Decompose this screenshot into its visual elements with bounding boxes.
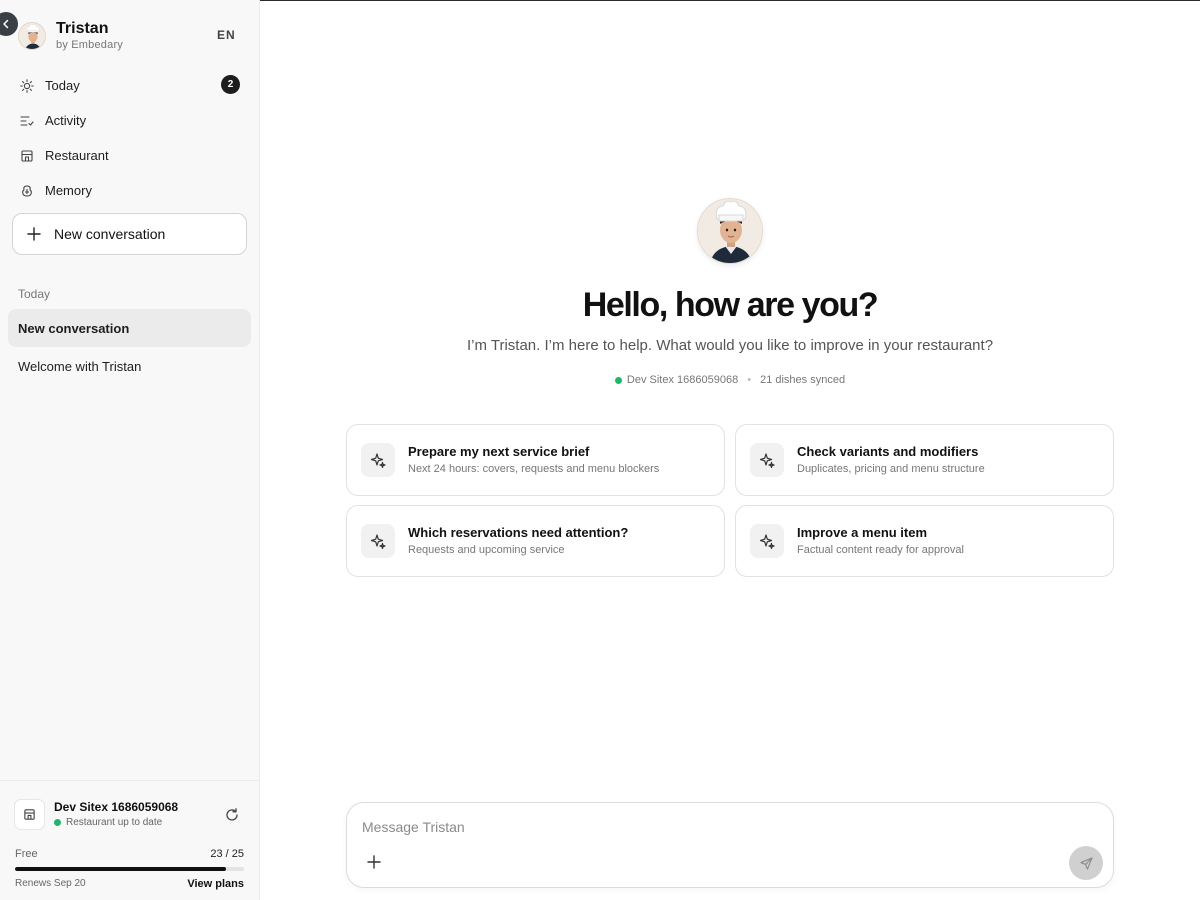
sidebar-item-label: Today	[45, 78, 80, 93]
notification-badge: 2	[221, 75, 240, 94]
site-status: Restaurant up to date	[54, 816, 178, 830]
chef-avatar-icon	[698, 199, 762, 263]
greeting-heading: Hello, how are you?	[582, 286, 879, 324]
assistant-subtitle: by Embedary	[56, 39, 124, 51]
sparkle-icon	[750, 524, 784, 558]
assistant-avatar	[697, 198, 763, 264]
usage-progress-bar	[15, 867, 244, 871]
suggestion-subtitle: Duplicates, pricing and menu structure	[797, 463, 985, 475]
sync-meta: Dev Sitex 1686059068 • 21 dishes synced	[260, 374, 1200, 386]
new-conversation-button[interactable]: New conversation	[12, 213, 247, 255]
site-card[interactable]: Dev Sitex 1686059068 Restaurant up to da…	[14, 799, 178, 830]
suggestion-subtitle: Requests and upcoming service	[408, 544, 565, 556]
suggestion-title: Check variants and modifiers	[797, 444, 979, 459]
suggestion-card-reservations[interactable]: Which reservations need attention? Reque…	[346, 505, 725, 577]
suggestion-card-variants[interactable]: Check variants and modifiers Duplicates,…	[735, 424, 1114, 496]
plan-name: Free	[15, 848, 38, 860]
sidebar-item-label: Activity	[45, 113, 87, 128]
conversation-item-welcome[interactable]: Welcome with Tristan	[8, 347, 251, 385]
chevron-left-icon	[3, 19, 9, 29]
chef-avatar-icon	[19, 23, 45, 49]
sparkle-icon	[361, 524, 395, 558]
store-icon	[14, 799, 45, 830]
collapse-sidebar-button[interactable]	[0, 12, 18, 36]
send-icon	[1079, 856, 1093, 870]
meta-sync-count: 21 dishes synced	[760, 374, 846, 386]
renew-row: Renews Sep 20 View plans	[15, 878, 244, 890]
avatar	[18, 22, 46, 50]
history-section-label: Today	[18, 287, 51, 301]
suggestion-subtitle: Factual content ready for approval	[797, 544, 964, 556]
suggestion-card-menu-item[interactable]: Improve a menu item Factual content read…	[735, 505, 1114, 577]
assistant-profile[interactable]: Tristan by Embedary	[18, 20, 123, 52]
sun-icon	[18, 77, 36, 95]
status-dot	[54, 819, 61, 826]
sidebar-footer: Dev Sitex 1686059068 Restaurant up to da…	[0, 780, 259, 900]
sidebar-item-activity[interactable]: Activity	[18, 103, 242, 138]
sidebar-item-memory[interactable]: Memory	[18, 173, 242, 208]
sidebar-item-label: Memory	[45, 183, 92, 198]
store-icon	[18, 147, 36, 165]
message-input[interactable]	[362, 817, 1062, 837]
message-composer	[346, 802, 1114, 888]
site-status-text: Restaurant up to date	[66, 816, 163, 828]
meta-site-name: Dev Sitex 1686059068	[626, 374, 739, 386]
intro-text: I’m Tristan. I’m here to help. What woul…	[466, 337, 994, 354]
conversation-label: Welcome with Tristan	[18, 358, 142, 374]
usage-progress-fill	[15, 867, 226, 871]
sparkle-icon	[750, 443, 784, 477]
plus-icon[interactable]	[366, 854, 382, 870]
sidebar-item-label: Restaurant	[45, 148, 109, 163]
language-switcher[interactable]: EN	[217, 28, 236, 42]
assistant-name: Tristan	[56, 20, 109, 37]
sparkle-icon	[361, 443, 395, 477]
main-panel: Hello, how are you? I’m Tristan. I’m her…	[260, 0, 1200, 900]
usage-count: 23 / 25	[210, 848, 244, 860]
refresh-icon[interactable]	[224, 807, 240, 823]
activity-list-icon	[18, 112, 36, 130]
memory-icon	[18, 182, 36, 200]
sidebar: Tristan by Embedary EN Today 2 Activity …	[0, 0, 260, 900]
sidebar-item-restaurant[interactable]: Restaurant	[18, 138, 242, 173]
suggestion-title: Which reservations need attention?	[408, 525, 629, 540]
conversation-label: New conversation	[18, 320, 130, 336]
plus-icon	[27, 227, 41, 241]
conversation-item-new[interactable]: New conversation	[8, 309, 251, 347]
status-dot	[614, 376, 622, 384]
renew-date: Renews Sep 20	[15, 878, 86, 889]
send-button[interactable]	[1069, 846, 1103, 880]
suggestion-title: Improve a menu item	[797, 525, 928, 540]
sidebar-nav: Today 2 Activity Restaurant Memory	[18, 68, 242, 208]
suggestion-title: Prepare my next service brief	[408, 444, 590, 459]
sidebar-item-today[interactable]: Today 2	[18, 68, 242, 103]
suggestion-subtitle: Next 24 hours: covers, requests and menu…	[408, 463, 660, 475]
view-plans-link[interactable]: View plans	[187, 878, 244, 890]
meta-separator: •	[747, 374, 752, 386]
plan-row: Free 23 / 25	[15, 848, 244, 860]
site-name: Dev Sitex 1686059068	[54, 799, 179, 814]
suggestion-card-service-brief[interactable]: Prepare my next service brief Next 24 ho…	[346, 424, 725, 496]
new-conversation-label: New conversation	[54, 226, 166, 242]
